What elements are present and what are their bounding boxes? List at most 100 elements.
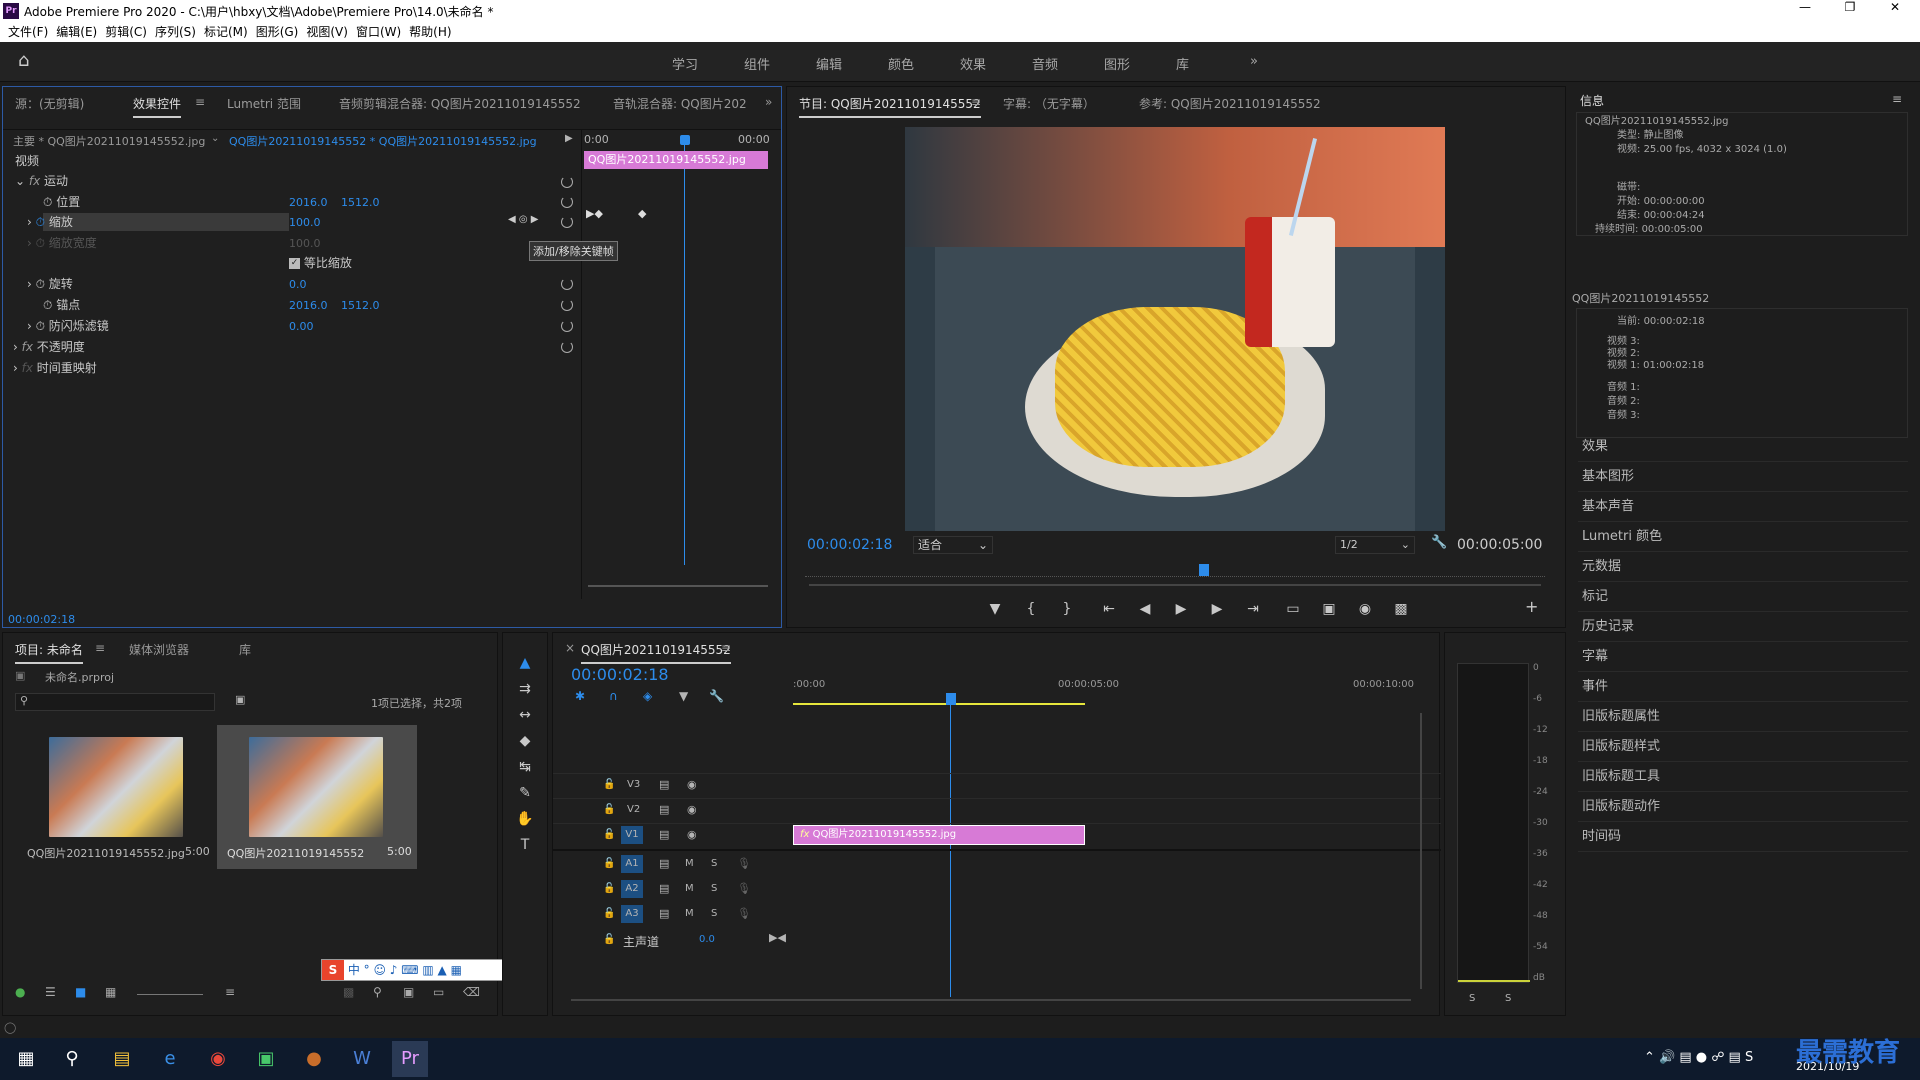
panel-captions[interactable]: 字幕 xyxy=(1578,642,1908,672)
time-remap-row[interactable]: › fx 时间重映射 xyxy=(13,358,97,378)
tab-sequence[interactable]: QQ图片20211019145552 xyxy=(581,641,731,664)
menu-edit[interactable]: 编辑(E) xyxy=(52,22,101,42)
reset-icon[interactable] xyxy=(561,196,573,208)
nest-icon[interactable]: ✱ xyxy=(575,689,585,703)
hand-tool-icon[interactable]: ✋ xyxy=(515,809,535,829)
windows-start-icon[interactable]: ▦ xyxy=(8,1041,44,1077)
eye-icon[interactable]: ◉ xyxy=(687,778,697,791)
close-tab-icon[interactable]: × xyxy=(565,641,575,655)
ripple-edit-tool-icon[interactable]: ↔ xyxy=(515,705,535,725)
rotation-row[interactable]: › ⏱ 旋转 xyxy=(27,274,73,294)
menu-view[interactable]: 视图(V) xyxy=(302,22,352,42)
project-item[interactable]: QQ图片20211019145552.jpg 5:00 xyxy=(17,729,213,869)
solo-left-button[interactable]: S xyxy=(1469,993,1475,1004)
go-to-end-icon[interactable]: ▶◀ xyxy=(769,931,786,944)
uniform-scale-row[interactable]: ✓ 等比缩放 xyxy=(289,253,352,273)
go-to-in-icon[interactable]: ⇤ xyxy=(1099,599,1119,619)
zoom-bar[interactable] xyxy=(809,584,1541,586)
timeline-v-scrollbar[interactable] xyxy=(1420,713,1422,989)
panel-metadata[interactable]: 元数据 xyxy=(1578,552,1908,582)
project-item-selected[interactable]: QQ图片20211019145552 5:00 xyxy=(217,725,417,869)
keyframe-nav-icon[interactable]: ◀ ◎ ▶ xyxy=(508,214,538,225)
reset-icon[interactable] xyxy=(561,278,573,290)
tab-libraries[interactable]: 库 xyxy=(239,641,251,658)
mini-clip[interactable]: QQ图片20211019145552.jpg xyxy=(584,151,768,169)
sync-lock-icon[interactable]: ▤ xyxy=(659,803,669,816)
tab-audio-clip-mixer[interactable]: 音频剪辑混合器: QQ图片20211019145552 xyxy=(339,95,581,112)
compare-icon[interactable]: ▩ xyxy=(1391,599,1411,619)
tab-program[interactable]: 节目: QQ图片20211019145552 xyxy=(799,95,981,118)
eye-icon[interactable]: ◉ xyxy=(687,828,697,841)
ime-toolbar[interactable]: S 中 ° ☺ ♪ ⌨ ▥ ▲ ▦ xyxy=(321,959,527,981)
menu-marker[interactable]: 标记(M) xyxy=(200,22,252,42)
system-tray[interactable]: ⌃ 🔊 ▤ ● ☍ ▤ S xyxy=(1644,1050,1753,1065)
hamburger-icon[interactable]: ≡ xyxy=(95,641,105,655)
camera-icon[interactable]: ◉ xyxy=(1355,599,1375,619)
slip-tool-icon[interactable]: ↹ xyxy=(515,757,535,777)
word-icon[interactable]: W xyxy=(344,1041,380,1077)
home-icon[interactable]: ⌂ xyxy=(18,50,29,71)
extract-icon[interactable]: ▣ xyxy=(1319,599,1339,619)
chrome-icon[interactable]: ◉ xyxy=(200,1041,236,1077)
solo-button[interactable]: S xyxy=(711,858,717,869)
thumbnail-size-slider[interactable] xyxy=(137,994,203,995)
track-label-a3[interactable]: A3 xyxy=(621,905,643,923)
eye-icon[interactable]: ◉ xyxy=(687,803,697,816)
find-icon[interactable]: ⚲ xyxy=(373,985,382,999)
panel-history[interactable]: 历史记录 xyxy=(1578,612,1908,642)
tab-reference[interactable]: 参考: QQ图片20211019145552 xyxy=(1139,95,1321,112)
timeline-settings-icon[interactable]: 🔧 xyxy=(709,689,724,703)
sogou-icon[interactable]: S xyxy=(322,960,344,980)
type-tool-icon[interactable]: T xyxy=(515,835,535,855)
add-marker-icon[interactable]: ▼ xyxy=(679,689,688,703)
track-lock-icon[interactable]: 🔓 xyxy=(603,804,615,815)
lift-icon[interactable]: ▭ xyxy=(1283,599,1303,619)
reset-icon[interactable] xyxy=(561,216,573,228)
play-only-icon[interactable]: ▶ xyxy=(565,133,573,144)
hamburger-icon[interactable]: ≡ xyxy=(1892,92,1902,106)
mark-out-icon[interactable]: } xyxy=(1057,599,1077,619)
program-timecode[interactable]: 00:00:02:18 xyxy=(807,537,892,553)
work-area-bar[interactable] xyxy=(793,703,1085,705)
menu-help[interactable]: 帮助(H) xyxy=(405,22,455,42)
menu-clip[interactable]: 剪辑(C) xyxy=(101,22,151,42)
scrub-ruler[interactable] xyxy=(805,569,1545,577)
workspace-effects[interactable]: 效果 xyxy=(960,54,986,73)
program-playhead[interactable] xyxy=(1199,564,1209,576)
panel-timecode[interactable]: 时间码 xyxy=(1578,822,1908,852)
app-icon[interactable]: ▣ xyxy=(248,1041,284,1077)
mute-button[interactable]: M xyxy=(685,883,694,894)
rotation-value[interactable]: 0.0 xyxy=(289,278,307,291)
panel-lumetri-color[interactable]: Lumetri 颜色 xyxy=(1578,522,1908,552)
step-back-icon[interactable]: ◀ xyxy=(1135,599,1155,619)
track-select-tool-icon[interactable]: ⇉ xyxy=(515,679,535,699)
position-x[interactable]: 2016.0 xyxy=(289,196,328,209)
track-lock-icon[interactable]: 🔓 xyxy=(603,829,615,840)
sync-lock-icon[interactable]: ▤ xyxy=(659,907,669,920)
workspace-learn[interactable]: 学习 xyxy=(672,54,698,73)
panel-essential-sound[interactable]: 基本声音 xyxy=(1578,492,1908,522)
panel-events[interactable]: 事件 xyxy=(1578,672,1908,702)
go-to-out-icon[interactable]: ⇥ xyxy=(1243,599,1263,619)
sort-icon[interactable]: ≡ xyxy=(225,985,235,999)
workspace-color[interactable]: 颜色 xyxy=(888,54,914,73)
keyframe-icon[interactable]: ◆ xyxy=(638,207,646,220)
position-y[interactable]: 1512.0 xyxy=(341,196,380,209)
new-item-icon[interactable]: ▭ xyxy=(433,985,444,999)
mic-icon[interactable]: 🎙 xyxy=(737,882,751,895)
track-label-v2[interactable]: V2 xyxy=(627,804,640,815)
panel-markers[interactable]: 标记 xyxy=(1578,582,1908,612)
workspace-editing[interactable]: 编辑 xyxy=(816,54,842,73)
mute-button[interactable]: M xyxy=(685,858,694,869)
lock-icon[interactable]: ● xyxy=(15,985,25,999)
tab-effect-controls[interactable]: 效果控件 xyxy=(133,95,182,118)
edge-icon[interactable]: e xyxy=(152,1041,188,1077)
video-frame[interactable] xyxy=(905,127,1445,531)
position-row[interactable]: ⏱ 位置 xyxy=(43,192,80,212)
wrench-icon[interactable]: 🔧 xyxy=(1431,535,1447,550)
linked-selection-icon[interactable]: ◈ xyxy=(643,689,652,703)
reset-icon[interactable] xyxy=(561,176,573,188)
anchor-x[interactable]: 2016.0 xyxy=(289,299,328,312)
panel-legacy-title-properties[interactable]: 旧版标题属性 xyxy=(1578,702,1908,732)
solo-button[interactable]: S xyxy=(711,908,717,919)
